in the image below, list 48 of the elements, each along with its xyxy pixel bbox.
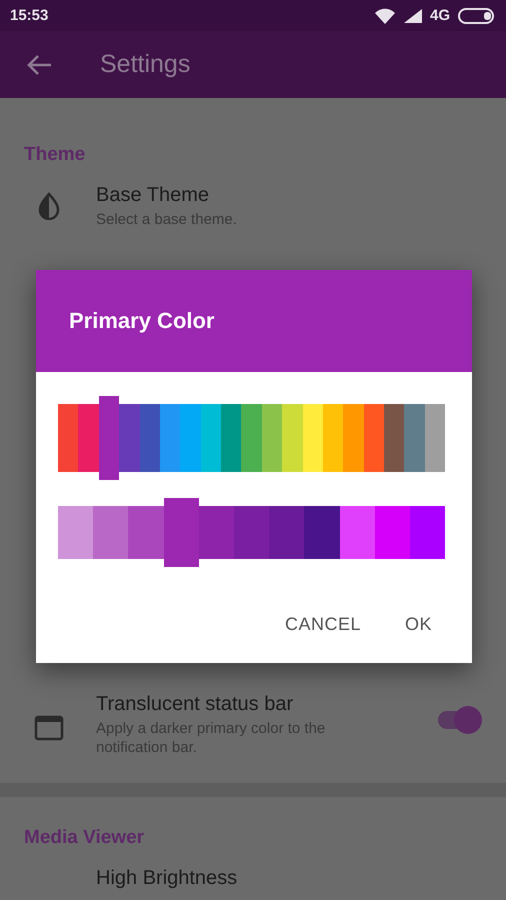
color-swatch[interactable]: [404, 404, 425, 472]
section-title: Theme: [23, 143, 86, 167]
dialog-button[interactable]: OK: [392, 604, 444, 645]
shade-swatch[interactable]: [93, 506, 128, 559]
contrast-icon: [37, 192, 61, 220]
color-swatch[interactable]: [119, 404, 140, 472]
shade-swatch[interactable]: [410, 506, 446, 559]
color-swatch[interactable]: [221, 404, 242, 472]
shade-swatch[interactable]: [304, 506, 340, 559]
color-swatch[interactable]: [78, 404, 99, 472]
toggle-switch[interactable]: [436, 706, 482, 734]
color-swatch[interactable]: [200, 404, 221, 472]
status-time: 15:53: [10, 7, 48, 24]
setting-title[interactable]: High Brightness: [96, 867, 482, 890]
shade-swatch[interactable]: [234, 506, 270, 559]
section-title: Media Viewer: [23, 826, 146, 850]
dialog-button[interactable]: CANCEL: [272, 604, 373, 645]
color-swatch[interactable]: [160, 404, 180, 472]
color-swatch[interactable]: [58, 404, 78, 472]
signal-icon: [404, 8, 422, 23]
color-swatch[interactable]: [424, 404, 446, 472]
wifi-icon: [374, 8, 396, 24]
color-swatch[interactable]: [302, 404, 323, 472]
back-arrow-icon[interactable]: [26, 54, 52, 76]
color-swatch[interactable]: [364, 404, 384, 472]
window-icon: [34, 715, 64, 741]
dialog-title: Primary Color: [69, 308, 214, 334]
shade-swatch[interactable]: [58, 506, 94, 559]
shade-swatch[interactable]: [340, 506, 375, 559]
shade-swatch[interactable]: [128, 506, 164, 559]
color-swatch[interactable]: [140, 404, 160, 472]
shade-swatch[interactable]: [269, 506, 304, 559]
network-label: 4G: [430, 7, 450, 24]
screen-title: Settings: [100, 50, 190, 80]
setting-title[interactable]: Base Theme: [96, 184, 482, 207]
setting-title[interactable]: Translucent status bar: [96, 693, 406, 716]
color-swatch[interactable]: [384, 404, 404, 472]
color-swatch[interactable]: [343, 404, 364, 472]
color-swatch[interactable]: [98, 396, 120, 480]
color-swatch[interactable]: [262, 404, 282, 472]
color-swatch[interactable]: [322, 404, 344, 472]
shade-swatch[interactable]: [164, 498, 199, 567]
color-swatch[interactable]: [282, 404, 302, 472]
battery-icon: [458, 8, 496, 24]
shade-swatch[interactable]: [198, 506, 234, 559]
color-swatch[interactable]: [241, 404, 262, 472]
shade-swatch[interactable]: [374, 506, 410, 559]
color-swatch[interactable]: [180, 404, 201, 472]
